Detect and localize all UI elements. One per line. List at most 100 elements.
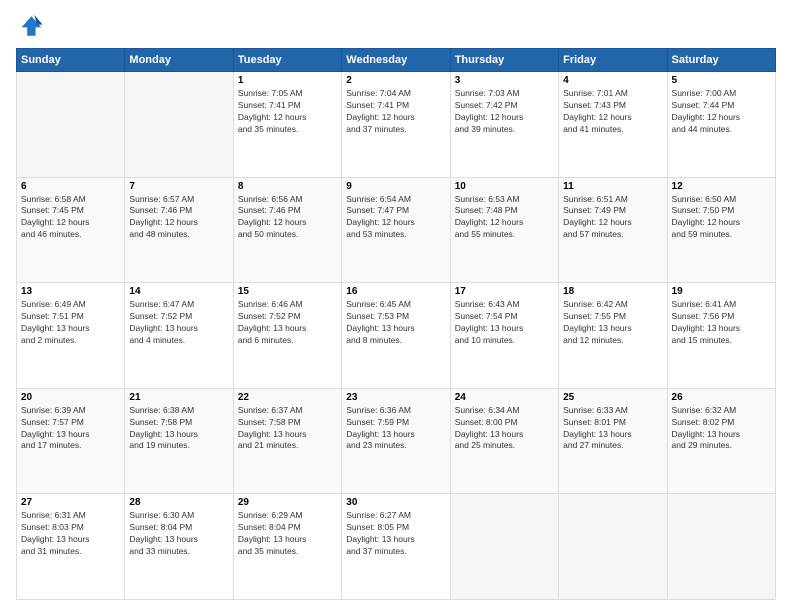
day-number: 6 [21, 181, 120, 192]
day-number: 25 [563, 392, 662, 403]
day-detail: Sunrise: 6:58 AM Sunset: 7:45 PM Dayligh… [21, 194, 120, 242]
day-number: 29 [238, 497, 337, 508]
day-number: 13 [21, 286, 120, 297]
day-number: 9 [346, 181, 445, 192]
calendar-weekday-thursday: Thursday [450, 49, 558, 72]
day-number: 15 [238, 286, 337, 297]
calendar-cell: 25 Sunrise: 6:33 AM Sunset: 8:01 PM Dayli… [559, 388, 667, 494]
day-detail: Sunrise: 6:47 AM Sunset: 7:52 PM Dayligh… [129, 299, 228, 347]
day-detail: Sunrise: 6:57 AM Sunset: 7:46 PM Dayligh… [129, 194, 228, 242]
calendar-weekday-friday: Friday [559, 49, 667, 72]
day-detail: Sunrise: 6:53 AM Sunset: 7:48 PM Dayligh… [455, 194, 554, 242]
calendar-cell: 21Sunrise: 6:38 AM Sunset: 7:58 PM Dayli… [125, 388, 233, 494]
calendar-cell: 7 Sunrise: 6:57 AM Sunset: 7:46 PM Daylig… [125, 177, 233, 283]
calendar-week-row-2: 13 Sunrise: 6:49 AM Sunset: 7:51 PM Dayli… [17, 283, 776, 389]
day-detail: Sunrise: 6:29 AM Sunset: 8:04 PM Dayligh… [238, 510, 337, 558]
day-detail: Sunrise: 6:46 AM Sunset: 7:52 PM Dayligh… [238, 299, 337, 347]
day-number: 27 [21, 497, 120, 508]
day-detail: Sunrise: 6:34 AM Sunset: 8:00 PM Dayligh… [455, 405, 554, 453]
calendar-cell: 22Sunrise: 6:37 AM Sunset: 7:58 PM Dayli… [233, 388, 341, 494]
day-detail: Sunrise: 6:27 AM Sunset: 8:05 PM Dayligh… [346, 510, 445, 558]
calendar-cell: 10 Sunrise: 6:53 AM Sunset: 7:48 PM Dayli… [450, 177, 558, 283]
day-number: 18 [563, 286, 662, 297]
day-detail: Sunrise: 6:42 AM Sunset: 7:55 PM Dayligh… [563, 299, 662, 347]
day-number: 21 [129, 392, 228, 403]
day-detail: Sunrise: 6:43 AM Sunset: 7:54 PM Dayligh… [455, 299, 554, 347]
day-detail: Sunrise: 6:50 AM Sunset: 7:50 PM Dayligh… [672, 194, 771, 242]
calendar-cell: 27Sunrise: 6:31 AM Sunset: 8:03 PM Dayli… [17, 494, 125, 600]
day-number: 28 [129, 497, 228, 508]
calendar-cell: 3 Sunrise: 7:03 AM Sunset: 7:42 PM Daylig… [450, 72, 558, 178]
calendar-cell [125, 72, 233, 178]
day-number: 20 [21, 392, 120, 403]
calendar-cell: 24 Sunrise: 6:34 AM Sunset: 8:00 PM Dayli… [450, 388, 558, 494]
calendar-weekday-saturday: Saturday [667, 49, 775, 72]
calendar-cell: 28 Sunrise: 6:30 AM Sunset: 8:04 PM Dayli… [125, 494, 233, 600]
calendar-week-row-3: 20Sunrise: 6:39 AM Sunset: 7:57 PM Dayli… [17, 388, 776, 494]
calendar-cell: 8Sunrise: 6:56 AM Sunset: 7:46 PM Daylig… [233, 177, 341, 283]
day-number: 7 [129, 181, 228, 192]
day-detail: Sunrise: 7:01 AM Sunset: 7:43 PM Dayligh… [563, 88, 662, 136]
day-detail: Sunrise: 7:04 AM Sunset: 7:41 PM Dayligh… [346, 88, 445, 136]
day-number: 26 [672, 392, 771, 403]
day-detail: Sunrise: 6:30 AM Sunset: 8:04 PM Dayligh… [129, 510, 228, 558]
day-detail: Sunrise: 6:51 AM Sunset: 7:49 PM Dayligh… [563, 194, 662, 242]
calendar-cell: 9 Sunrise: 6:54 AM Sunset: 7:47 PM Daylig… [342, 177, 450, 283]
calendar-cell: 26 Sunrise: 6:32 AM Sunset: 8:02 PM Dayli… [667, 388, 775, 494]
day-number: 24 [455, 392, 554, 403]
page: SundayMondayTuesdayWednesdayThursdayFrid… [0, 0, 792, 612]
calendar-cell: 12Sunrise: 6:50 AM Sunset: 7:50 PM Dayli… [667, 177, 775, 283]
calendar-table: SundayMondayTuesdayWednesdayThursdayFrid… [16, 48, 776, 600]
calendar-cell [559, 494, 667, 600]
calendar-weekday-sunday: Sunday [17, 49, 125, 72]
logo-icon [16, 12, 44, 40]
calendar-header-row: SundayMondayTuesdayWednesdayThursdayFrid… [17, 49, 776, 72]
calendar-weekday-wednesday: Wednesday [342, 49, 450, 72]
calendar-week-row-0: 1Sunrise: 7:05 AM Sunset: 7:41 PM Daylig… [17, 72, 776, 178]
day-number: 3 [455, 75, 554, 86]
day-detail: Sunrise: 6:32 AM Sunset: 8:02 PM Dayligh… [672, 405, 771, 453]
day-number: 8 [238, 181, 337, 192]
header [16, 12, 776, 40]
day-detail: Sunrise: 7:03 AM Sunset: 7:42 PM Dayligh… [455, 88, 554, 136]
calendar-cell: 5Sunrise: 7:00 AM Sunset: 7:44 PM Daylig… [667, 72, 775, 178]
calendar-cell: 13 Sunrise: 6:49 AM Sunset: 7:51 PM Dayli… [17, 283, 125, 389]
calendar-week-row-4: 27Sunrise: 6:31 AM Sunset: 8:03 PM Dayli… [17, 494, 776, 600]
calendar-cell: 15 Sunrise: 6:46 AM Sunset: 7:52 PM Dayli… [233, 283, 341, 389]
calendar-cell: 19 Sunrise: 6:41 AM Sunset: 7:56 PM Dayli… [667, 283, 775, 389]
calendar-week-row-1: 6 Sunrise: 6:58 AM Sunset: 7:45 PM Daylig… [17, 177, 776, 283]
day-number: 10 [455, 181, 554, 192]
calendar-cell [450, 494, 558, 600]
day-detail: Sunrise: 6:33 AM Sunset: 8:01 PM Dayligh… [563, 405, 662, 453]
day-number: 16 [346, 286, 445, 297]
day-detail: Sunrise: 6:54 AM Sunset: 7:47 PM Dayligh… [346, 194, 445, 242]
day-detail: Sunrise: 6:41 AM Sunset: 7:56 PM Dayligh… [672, 299, 771, 347]
day-number: 2 [346, 75, 445, 86]
calendar-cell: 6 Sunrise: 6:58 AM Sunset: 7:45 PM Daylig… [17, 177, 125, 283]
day-detail: Sunrise: 6:37 AM Sunset: 7:58 PM Dayligh… [238, 405, 337, 453]
calendar-cell: 30Sunrise: 6:27 AM Sunset: 8:05 PM Dayli… [342, 494, 450, 600]
calendar-cell: 18 Sunrise: 6:42 AM Sunset: 7:55 PM Dayli… [559, 283, 667, 389]
calendar-cell: 4Sunrise: 7:01 AM Sunset: 7:43 PM Daylig… [559, 72, 667, 178]
day-number: 5 [672, 75, 771, 86]
calendar-cell: 1Sunrise: 7:05 AM Sunset: 7:41 PM Daylig… [233, 72, 341, 178]
day-number: 14 [129, 286, 228, 297]
calendar-cell [17, 72, 125, 178]
day-number: 11 [563, 181, 662, 192]
calendar-cell: 20Sunrise: 6:39 AM Sunset: 7:57 PM Dayli… [17, 388, 125, 494]
calendar-cell: 23Sunrise: 6:36 AM Sunset: 7:59 PM Dayli… [342, 388, 450, 494]
logo [16, 12, 48, 40]
calendar-cell [667, 494, 775, 600]
calendar-cell: 17Sunrise: 6:43 AM Sunset: 7:54 PM Dayli… [450, 283, 558, 389]
calendar-cell: 2 Sunrise: 7:04 AM Sunset: 7:41 PM Daylig… [342, 72, 450, 178]
day-number: 19 [672, 286, 771, 297]
day-detail: Sunrise: 6:49 AM Sunset: 7:51 PM Dayligh… [21, 299, 120, 347]
day-number: 1 [238, 75, 337, 86]
calendar-weekday-monday: Monday [125, 49, 233, 72]
day-detail: Sunrise: 6:36 AM Sunset: 7:59 PM Dayligh… [346, 405, 445, 453]
calendar-cell: 16 Sunrise: 6:45 AM Sunset: 7:53 PM Dayli… [342, 283, 450, 389]
calendar-cell: 14 Sunrise: 6:47 AM Sunset: 7:52 PM Dayli… [125, 283, 233, 389]
calendar-weekday-tuesday: Tuesday [233, 49, 341, 72]
calendar-cell: 11 Sunrise: 6:51 AM Sunset: 7:49 PM Dayli… [559, 177, 667, 283]
day-detail: Sunrise: 6:45 AM Sunset: 7:53 PM Dayligh… [346, 299, 445, 347]
